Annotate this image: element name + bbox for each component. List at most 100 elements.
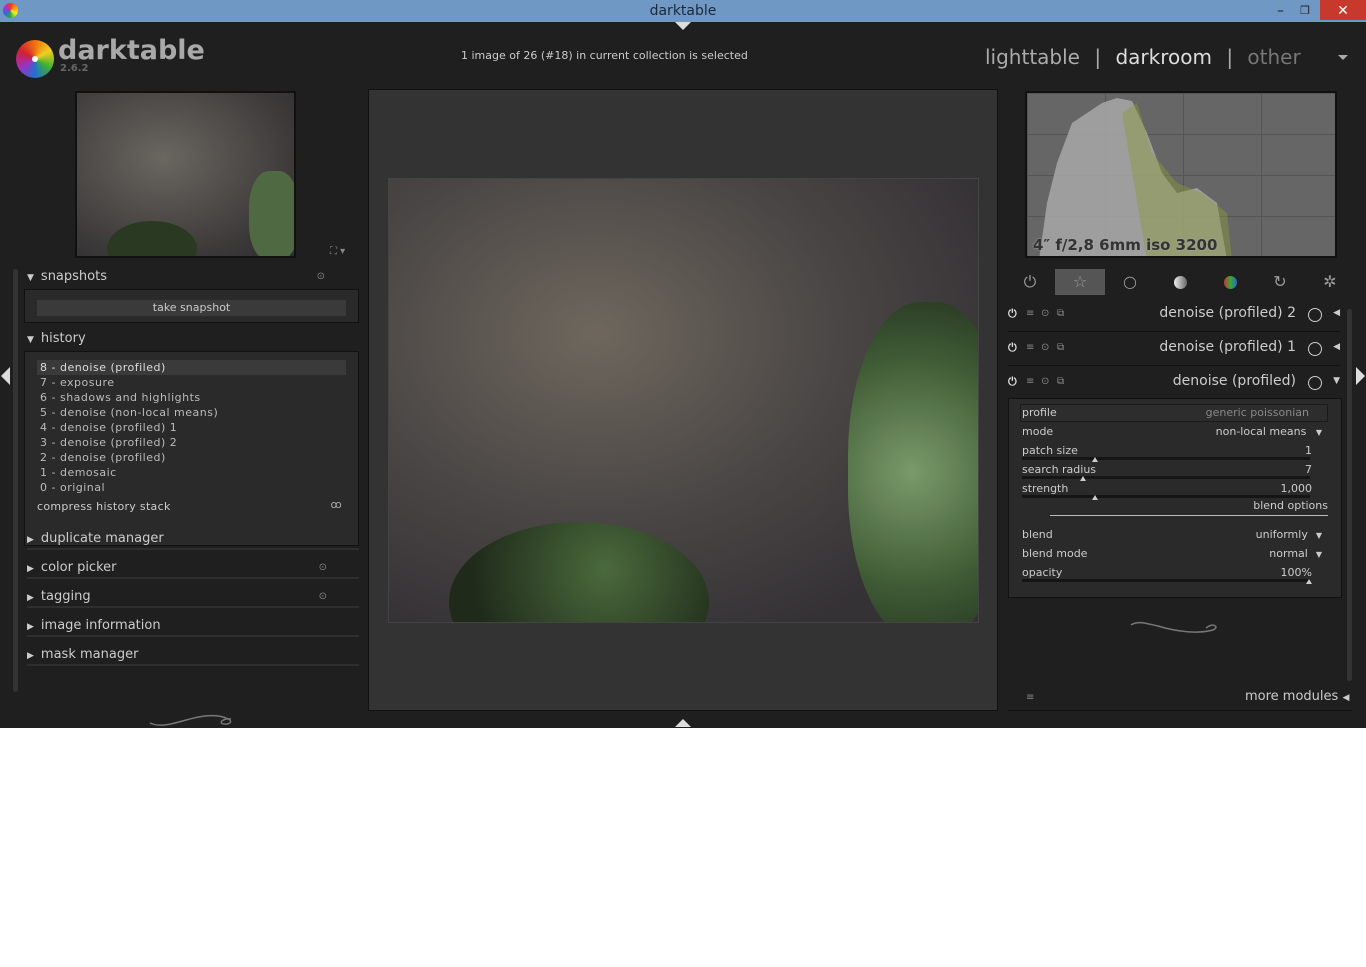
panel-end-ornament bbox=[1130, 621, 1217, 633]
zoom-fit-icon[interactable]: ⛶ ▾ bbox=[330, 246, 345, 257]
history-item[interactable]: 3 - denoise (profiled) 2 bbox=[37, 435, 346, 450]
history-header[interactable]: ▼ history bbox=[27, 328, 86, 350]
snapshots-header[interactable]: ▼ snapshots ⊙ bbox=[27, 266, 357, 288]
right-panel-toggle[interactable] bbox=[1356, 367, 1365, 385]
more-modules-button[interactable]: more modules ◀ bbox=[1245, 689, 1349, 704]
left-panel-toggle[interactable] bbox=[1, 367, 10, 385]
history-item[interactable]: 5 - denoise (non-local means) bbox=[37, 405, 346, 420]
presets-icon[interactable]: ⧉ bbox=[1057, 308, 1064, 319]
histogram[interactable]: 4″ f/2,8 6mm iso 3200 bbox=[1025, 91, 1337, 258]
param-label: mode bbox=[1022, 425, 1054, 438]
presets-icon[interactable]: ⧉ bbox=[1057, 342, 1064, 353]
multi-instance-icon[interactable]: ≡ bbox=[1026, 342, 1034, 353]
expand-icon[interactable]: ◀ bbox=[1333, 308, 1340, 318]
minimize-button[interactable]: – bbox=[1277, 0, 1284, 22]
preset-icon[interactable]: ⊙ bbox=[319, 586, 327, 608]
maximize-button[interactable]: ❐ bbox=[1300, 0, 1310, 22]
module-name: denoise (profiled) 1 bbox=[1159, 339, 1296, 355]
center-view[interactable] bbox=[368, 89, 998, 711]
tone-sphere-icon[interactable] bbox=[1155, 269, 1205, 295]
views-dropdown-icon[interactable] bbox=[1338, 55, 1348, 60]
history-item[interactable]: 6 - shadows and highlights bbox=[37, 390, 346, 405]
module-header[interactable]: ⏻ ≡ ⊙ ⧉ denoise (profiled) 2 ◀ bbox=[1008, 298, 1340, 332]
correct-icon[interactable]: ↻ bbox=[1255, 269, 1305, 295]
slider-strength[interactable]: strength 1,000 bbox=[1022, 480, 1312, 500]
compress-history-button[interactable]: compress history stack ꝏ bbox=[37, 498, 346, 513]
slider-search-radius[interactable]: search radius 7 bbox=[1022, 461, 1312, 481]
param-label: blend mode bbox=[1022, 547, 1088, 560]
effect-icon[interactable]: ✲ bbox=[1305, 269, 1355, 295]
color-sphere-icon[interactable] bbox=[1205, 269, 1255, 295]
main-image[interactable] bbox=[388, 178, 979, 623]
param-value-wrap: uniformly ▼ bbox=[1256, 526, 1322, 544]
view-other[interactable]: other bbox=[1247, 45, 1300, 69]
expand-icon: ▶ bbox=[27, 593, 34, 603]
section-label: tagging bbox=[40, 589, 91, 604]
preset-icon[interactable]: ⊙ bbox=[319, 557, 327, 579]
module-header[interactable]: ⏻ ≡ ⊙ ⧉ denoise (profiled) 1 ◀ bbox=[1008, 332, 1340, 366]
collapse-icon[interactable]: ▼ bbox=[1333, 376, 1340, 386]
module-group-tabs: ⏻ ☆ ○ ↻ ✲ bbox=[1005, 269, 1355, 295]
section-image-information[interactable]: ▶ image information bbox=[27, 615, 359, 637]
preset-icon[interactable]: ⊙ bbox=[317, 266, 325, 288]
left-scrollbar[interactable] bbox=[13, 269, 18, 692]
navigation-thumbnail[interactable] bbox=[75, 91, 296, 258]
top-panel-toggle[interactable] bbox=[675, 22, 691, 30]
app-version: 2.6.2 bbox=[60, 63, 89, 74]
dropdown-icon: ▼ bbox=[1315, 531, 1322, 540]
module-enable-icon[interactable]: ⏻ bbox=[1008, 375, 1017, 389]
history-item[interactable]: 0 - original bbox=[37, 480, 346, 495]
mask-indicator-icon[interactable] bbox=[1308, 308, 1322, 322]
param-mode[interactable]: mode non-local means ▼ bbox=[1022, 423, 1322, 442]
presets-menu-icon[interactable]: ≡ bbox=[1026, 692, 1034, 703]
section-color-picker[interactable]: ▶ color picker ⊙ bbox=[27, 557, 359, 579]
section-mask-manager[interactable]: ▶ mask manager bbox=[27, 644, 359, 666]
bottom-panel-toggle[interactable] bbox=[675, 719, 691, 727]
module-enable-icon[interactable]: ⏻ bbox=[1008, 341, 1017, 355]
param-profile[interactable]: profile generic poissonian bbox=[1022, 404, 1312, 423]
exif-info: 4″ f/2,8 6mm iso 3200 bbox=[1033, 236, 1218, 254]
history-item[interactable]: 7 - exposure bbox=[37, 375, 346, 390]
right-scrollbar[interactable] bbox=[1347, 309, 1352, 681]
slider-patch-size[interactable]: patch size 1 bbox=[1022, 442, 1312, 462]
multi-instance-icon[interactable]: ≡ bbox=[1026, 376, 1034, 387]
logo bbox=[16, 40, 54, 78]
history-item[interactable]: 2 - denoise (profiled) bbox=[37, 450, 346, 465]
view-darkroom[interactable]: darkroom bbox=[1115, 45, 1212, 69]
reset-icon[interactable]: ⊙ bbox=[1041, 342, 1049, 353]
mask-indicator-icon[interactable] bbox=[1308, 342, 1322, 356]
panel-end-ornament bbox=[149, 714, 232, 726]
mask-indicator-icon[interactable] bbox=[1308, 376, 1322, 390]
param-blend-mode[interactable]: blend mode normal ▼ bbox=[1022, 545, 1322, 564]
section-label: duplicate manager bbox=[40, 531, 164, 546]
dropdown-icon: ▼ bbox=[1315, 550, 1322, 559]
app-name: darktable bbox=[58, 35, 205, 66]
expand-icon[interactable]: ◀ bbox=[1333, 342, 1340, 352]
presets-icon[interactable]: ⧉ bbox=[1057, 376, 1064, 387]
take-snapshot-button[interactable]: take snapshot bbox=[37, 300, 346, 316]
history-item[interactable]: 4 - denoise (profiled) 1 bbox=[37, 420, 346, 435]
param-label: search radius bbox=[1022, 463, 1097, 476]
module-header[interactable]: ⏻ ≡ ⊙ ⧉ denoise (profiled) ▼ bbox=[1008, 366, 1340, 400]
section-duplicate-manager[interactable]: ▶ duplicate manager bbox=[27, 528, 359, 550]
param-label: blend bbox=[1022, 528, 1053, 541]
close-button[interactable]: ✕ bbox=[1320, 0, 1366, 20]
history-item[interactable]: 1 - demosaic bbox=[37, 465, 346, 480]
multi-instance-icon[interactable]: ≡ bbox=[1026, 308, 1034, 319]
slider-track bbox=[1022, 457, 1310, 462]
slider-knob[interactable] bbox=[1306, 579, 1312, 584]
basic-circle-icon[interactable]: ○ bbox=[1105, 269, 1155, 295]
reset-icon[interactable]: ⊙ bbox=[1041, 308, 1049, 319]
view-lighttable[interactable]: lighttable bbox=[985, 45, 1080, 69]
section-tagging[interactable]: ▶ tagging ⊙ bbox=[27, 586, 359, 608]
history-item[interactable]: 8 - denoise (profiled) bbox=[37, 360, 346, 375]
param-blend[interactable]: blend uniformly ▼ bbox=[1022, 526, 1322, 545]
power-icon[interactable]: ⏻ bbox=[1005, 269, 1055, 295]
module-enable-icon[interactable]: ⏻ bbox=[1008, 307, 1017, 321]
window-titlebar: darktable – ❐ ✕ bbox=[0, 0, 1366, 22]
window-title: darktable bbox=[649, 3, 717, 19]
slider-opacity[interactable]: opacity 100% bbox=[1022, 564, 1312, 584]
create-style-icon[interactable]: ꝏ bbox=[330, 498, 342, 511]
reset-icon[interactable]: ⊙ bbox=[1041, 376, 1049, 387]
favorites-star-icon[interactable]: ☆ bbox=[1055, 269, 1105, 295]
